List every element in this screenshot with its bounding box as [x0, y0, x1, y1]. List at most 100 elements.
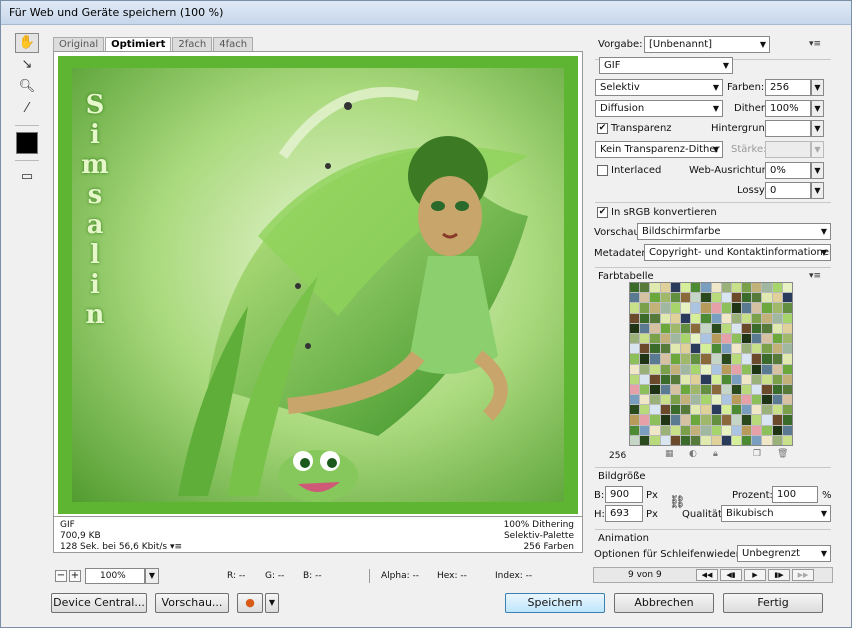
- color-table-cell[interactable]: [691, 344, 701, 354]
- color-table-cell[interactable]: [752, 323, 762, 333]
- done-button[interactable]: Fertig: [723, 593, 823, 613]
- color-table-cell[interactable]: [670, 395, 680, 405]
- color-table-cell[interactable]: [721, 425, 731, 435]
- color-table-cell[interactable]: [782, 303, 792, 313]
- color-table-cell[interactable]: [721, 374, 731, 384]
- color-table-cell[interactable]: [670, 313, 680, 323]
- color-table-cell[interactable]: [742, 323, 752, 333]
- color-table-cell[interactable]: [721, 313, 731, 323]
- color-table-cell[interactable]: [640, 405, 650, 415]
- zoom-out-button[interactable]: −: [55, 570, 67, 582]
- color-table-cell[interactable]: [630, 344, 640, 354]
- color-table-cell[interactable]: [670, 354, 680, 364]
- color-table-cell[interactable]: [762, 333, 772, 344]
- color-table-cell[interactable]: [762, 405, 772, 415]
- color-table-cell[interactable]: [742, 313, 752, 323]
- color-table-cell[interactable]: [742, 405, 752, 415]
- color-table-cell[interactable]: [711, 344, 721, 354]
- color-table-cell[interactable]: [782, 384, 792, 395]
- matte-dropdown-icon[interactable]: ▼: [811, 120, 824, 137]
- new-color-icon[interactable]: ❐: [753, 449, 761, 459]
- color-table-cell[interactable]: [731, 435, 742, 445]
- color-table-cell[interactable]: [650, 323, 660, 333]
- color-table-cell[interactable]: [711, 405, 721, 415]
- zoom-in-button[interactable]: +: [69, 570, 81, 582]
- metadata-select[interactable]: Copyright- und Kontaktinformationen ▼: [644, 244, 831, 261]
- color-table-cell[interactable]: [742, 283, 752, 293]
- color-table-cell[interactable]: [630, 293, 640, 303]
- color-table-cell[interactable]: [762, 283, 772, 293]
- color-table-cell[interactable]: [742, 384, 752, 395]
- zoom-dropdown-icon[interactable]: ▼: [145, 568, 159, 584]
- tab-original[interactable]: Original: [53, 37, 105, 51]
- color-table-cell[interactable]: [701, 384, 711, 395]
- color-table-cell[interactable]: [762, 293, 772, 303]
- color-table-cell[interactable]: [752, 364, 762, 374]
- color-table-cell[interactable]: [762, 364, 772, 374]
- optimize-menu-icon[interactable]: ▾≡: [809, 39, 821, 49]
- color-table-cell[interactable]: [701, 323, 711, 333]
- color-table-cell[interactable]: [640, 415, 650, 425]
- color-table-cell[interactable]: [762, 344, 772, 354]
- color-table-cell[interactable]: [782, 323, 792, 333]
- color-table-cell[interactable]: [711, 425, 721, 435]
- color-table-cell[interactable]: [782, 405, 792, 415]
- transparency-checkbox[interactable]: ✔: [597, 123, 608, 134]
- color-table-cell[interactable]: [772, 374, 782, 384]
- cancel-button[interactable]: Abbrechen: [614, 593, 714, 613]
- color-table-cell[interactable]: [711, 323, 721, 333]
- color-table-cell[interactable]: [680, 395, 691, 405]
- color-table-cell[interactable]: [660, 395, 670, 405]
- dither-dropdown-icon[interactable]: ▼: [811, 100, 824, 117]
- color-table-cell[interactable]: [630, 395, 640, 405]
- color-table-cell[interactable]: [701, 333, 711, 344]
- color-table-cell[interactable]: [701, 364, 711, 374]
- color-table-cell[interactable]: [691, 283, 701, 293]
- color-table-cell[interactable]: [742, 333, 752, 344]
- color-table-cell[interactable]: [670, 405, 680, 415]
- color-table-cell[interactable]: [742, 425, 752, 435]
- color-table-cell[interactable]: [752, 435, 762, 445]
- color-table-cell[interactable]: [640, 354, 650, 364]
- color-table-cell[interactable]: [650, 374, 660, 384]
- matte-color-field[interactable]: [765, 120, 811, 137]
- color-table-cell[interactable]: [630, 425, 640, 435]
- color-reduction-select[interactable]: Selektiv ▼: [595, 79, 723, 96]
- color-table-cell[interactable]: [752, 415, 762, 425]
- color-table-cell[interactable]: [742, 395, 752, 405]
- color-table-cell[interactable]: [701, 303, 711, 313]
- color-table-cell[interactable]: [691, 303, 701, 313]
- next-frame-button[interactable]: ▮▶: [768, 569, 790, 581]
- colors-dropdown-icon[interactable]: ▼: [811, 79, 824, 96]
- color-table-cell[interactable]: [772, 364, 782, 374]
- width-field[interactable]: 900: [605, 486, 643, 503]
- color-table-cell[interactable]: [691, 405, 701, 415]
- color-table-menu-icon[interactable]: ▾≡: [809, 271, 821, 281]
- color-table-cell[interactable]: [680, 435, 691, 445]
- color-table-cell[interactable]: [630, 303, 640, 313]
- color-table-cell[interactable]: [691, 415, 701, 425]
- color-table-cell[interactable]: [772, 425, 782, 435]
- color-table-cell[interactable]: [711, 364, 721, 374]
- color-table-cell[interactable]: [762, 415, 772, 425]
- color-table-cell[interactable]: [630, 323, 640, 333]
- hand-tool-icon[interactable]: ✋: [15, 33, 39, 53]
- color-table-cell[interactable]: [742, 354, 752, 364]
- lossy-dropdown-icon[interactable]: ▼: [811, 182, 824, 199]
- browser-menu-dropdown-icon[interactable]: ▼: [265, 593, 279, 613]
- color-table-cell[interactable]: [772, 405, 782, 415]
- slice-select-tool-icon[interactable]: ↘: [15, 55, 39, 75]
- color-table-cell[interactable]: [782, 364, 792, 374]
- device-central-button[interactable]: Device Central...: [51, 593, 147, 613]
- color-table-cell[interactable]: [660, 364, 670, 374]
- color-table-cell[interactable]: [630, 405, 640, 415]
- color-table-cell[interactable]: [660, 333, 670, 344]
- color-table-cell[interactable]: [731, 293, 742, 303]
- download-speed-menu-icon[interactable]: ▾≡: [170, 542, 182, 552]
- color-table-cell[interactable]: [701, 415, 711, 425]
- color-table-cell[interactable]: [721, 435, 731, 445]
- color-table-cell[interactable]: [752, 425, 762, 435]
- color-table-cell[interactable]: [670, 384, 680, 395]
- color-table-cell[interactable]: [772, 323, 782, 333]
- color-table-cell[interactable]: [762, 303, 772, 313]
